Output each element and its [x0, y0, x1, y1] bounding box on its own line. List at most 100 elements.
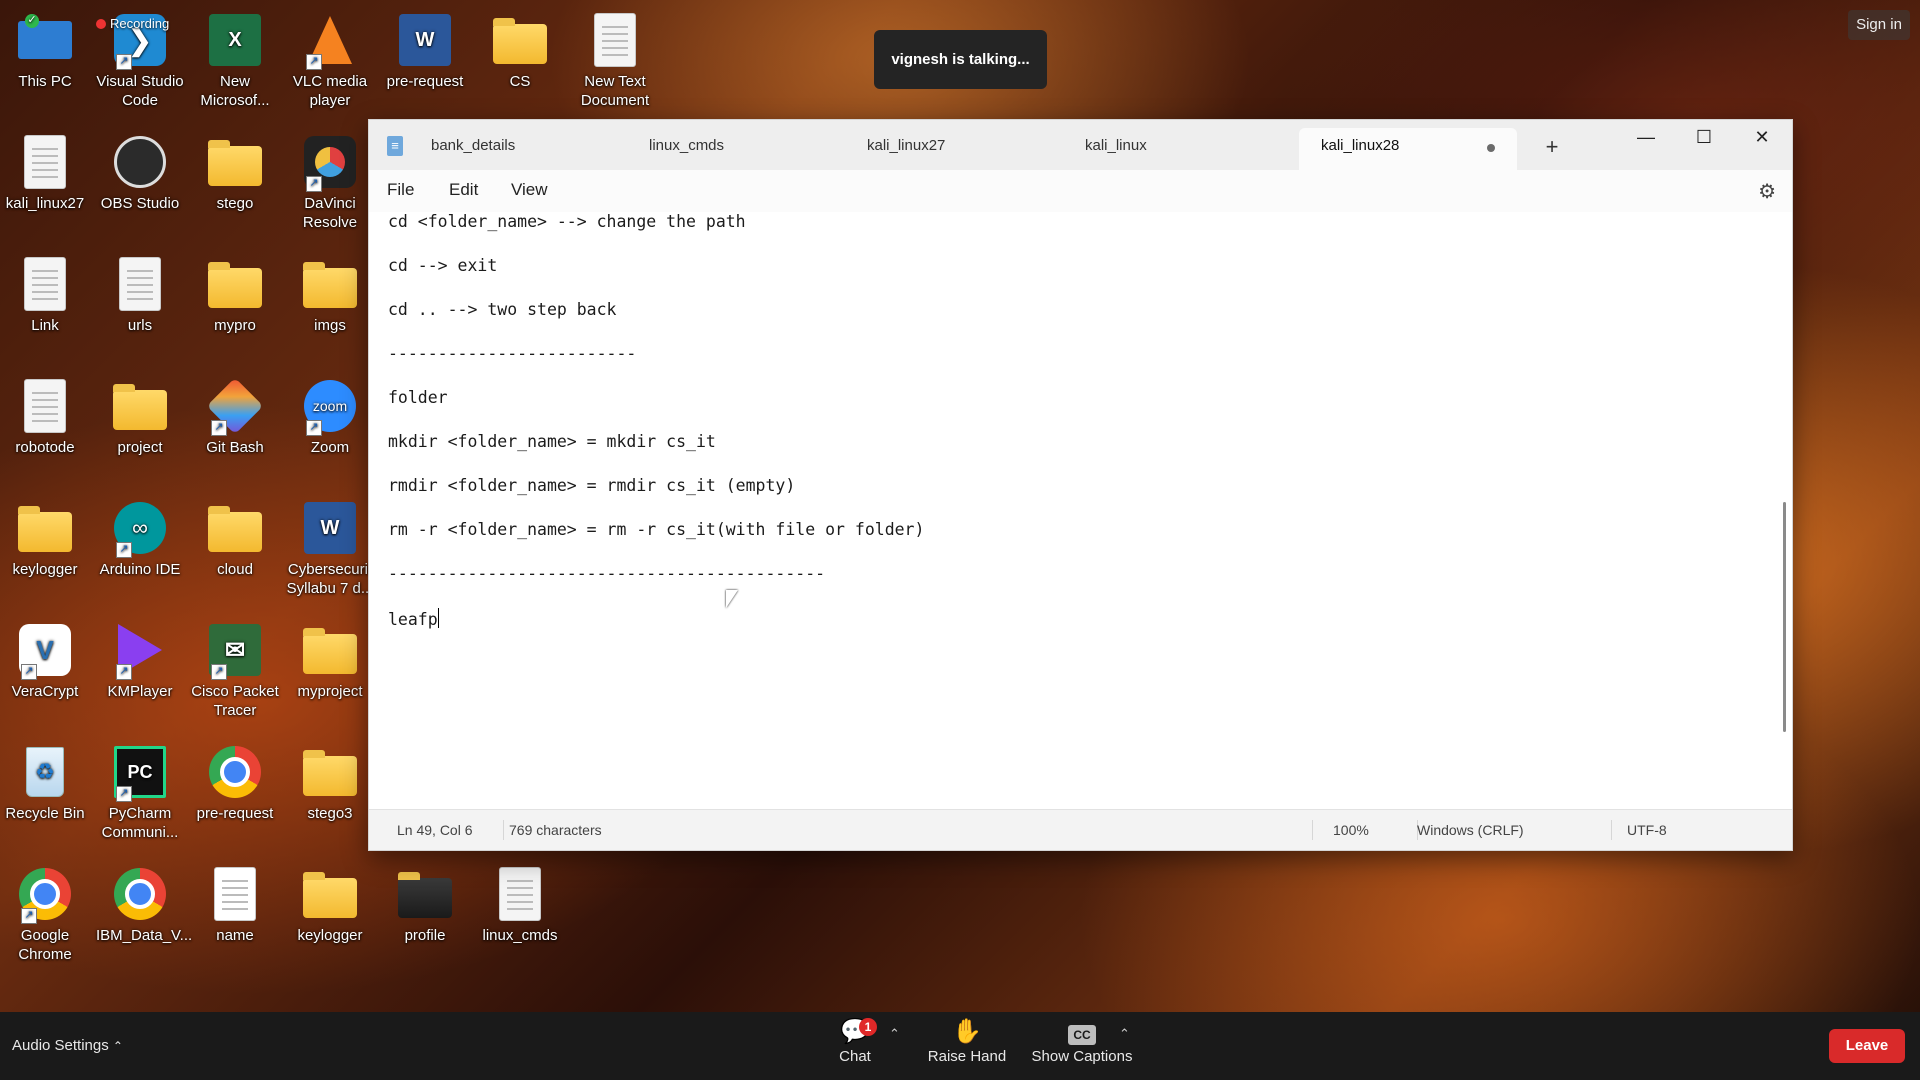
- raise-hand-button[interactable]: ✋ Raise Hand: [922, 1012, 1012, 1080]
- text-editor[interactable]: cd <folder_name> --> change the path cd …: [369, 212, 1792, 810]
- folder-icon: [302, 256, 358, 312]
- desktop-icon-label: KMPlayer: [107, 683, 173, 700]
- close-button[interactable]: ✕: [1733, 120, 1791, 156]
- captions-options-chevron-icon[interactable]: ⌃: [1119, 1026, 1130, 1042]
- new-tab-button[interactable]: +: [1537, 132, 1567, 162]
- chat-options-chevron-icon[interactable]: ⌃: [889, 1026, 900, 1042]
- leave-button[interactable]: Leave: [1829, 1029, 1905, 1063]
- desktop-icon-label: IBM_Data_V...: [96, 927, 193, 944]
- editor-line: cd --> exit: [388, 256, 498, 275]
- desktop-icon-label: CS: [509, 73, 531, 90]
- sign-in-button[interactable]: Sign in: [1848, 10, 1910, 40]
- menu-view[interactable]: View: [511, 180, 548, 200]
- audio-settings-label: Audio Settings: [12, 1037, 109, 1054]
- chrome-icon: [112, 866, 168, 922]
- desktop-icon-recycle-bin[interactable]: ♻ Recycle Bin: [1, 744, 89, 823]
- desktop-icon-google-chrome[interactable]: ↗ Google Chrome: [1, 866, 89, 964]
- line-ending[interactable]: Windows (CRLF): [1417, 822, 1524, 838]
- davinci-icon: ↗: [302, 134, 358, 192]
- desktop-icon-kali-linux27[interactable]: kali_linux27: [1, 134, 89, 213]
- git-icon: ↗: [206, 377, 264, 436]
- desktop-icon-link[interactable]: Link: [1, 256, 89, 335]
- editor-line: mkdir <folder_name> = mkdir cs_it: [388, 432, 716, 451]
- cursor-position: Ln 49, Col 6: [397, 822, 473, 838]
- desktop-icon-project[interactable]: project: [96, 378, 184, 457]
- show-captions-button[interactable]: CC Show Captions: [1028, 1012, 1136, 1080]
- desktop-icon-keylogger-2[interactable]: keylogger: [286, 866, 374, 945]
- show-captions-label: Show Captions: [1031, 1048, 1133, 1065]
- desktop-icon-label: DaVinci Resolve: [302, 195, 358, 231]
- desktop-icon-linux-cmds[interactable]: linux_cmds: [476, 866, 564, 945]
- zoom-icon: zoom ↗: [302, 378, 358, 436]
- vertical-scrollbar[interactable]: [1783, 502, 1786, 732]
- desktop-icon-veracrypt[interactable]: V ↗ VeraCrypt: [1, 622, 89, 701]
- text-document-icon: [207, 866, 263, 922]
- desktop-icon-pycharm[interactable]: PC ↗ PyCharm Communi...: [96, 744, 184, 842]
- desktop-icon-stego3[interactable]: stego3: [286, 744, 374, 823]
- desktop-icon-label: mypro: [214, 317, 256, 334]
- desktop-icon-profile[interactable]: profile: [381, 866, 469, 945]
- desktop-icon-cybersecurity-syllabus[interactable]: W Cybersecurit Syllabu 7 d...: [286, 500, 374, 598]
- text-document-icon: [17, 134, 73, 190]
- desktop-icon-kmplayer[interactable]: ↗ KMPlayer: [96, 622, 184, 701]
- minimize-button[interactable]: —: [1617, 120, 1675, 156]
- desktop-icon-urls[interactable]: urls: [96, 256, 184, 335]
- desktop-icon-stego[interactable]: stego: [191, 134, 279, 213]
- text-document-icon: [587, 12, 643, 68]
- desktop-icon-cloud[interactable]: cloud: [191, 500, 279, 579]
- desktop-icon-cs[interactable]: CS: [476, 12, 564, 91]
- desktop-icon-obs[interactable]: OBS Studio: [96, 134, 184, 213]
- desktop-icon-zoom[interactable]: zoom ↗ Zoom: [286, 378, 374, 457]
- desktop-icon-myproject[interactable]: myproject: [286, 622, 374, 701]
- desktop-icon-imgs[interactable]: imgs: [286, 256, 374, 335]
- desktop-icon-label: Zoom: [310, 439, 350, 456]
- tab-bank-details[interactable]: bank_details: [409, 128, 627, 170]
- encoding[interactable]: UTF-8: [1627, 822, 1667, 838]
- desktop-icon-label: myproject: [297, 683, 363, 700]
- desktop-icon-robotode[interactable]: robotode: [1, 378, 89, 457]
- current-line-text: leafp: [388, 610, 438, 629]
- editor-line: rmdir <folder_name> = rmdir cs_it (empty…: [388, 476, 796, 495]
- desktop-icon-label: keylogger: [12, 561, 78, 578]
- desktop-icon-label: urls: [127, 317, 153, 334]
- desktop-icon-vlc[interactable]: ↗ VLC media player: [286, 12, 374, 110]
- desktop-icon-label: robotode: [15, 439, 75, 456]
- notepad-window: ≡ bank_details linux_cmds kali_linux27 k…: [368, 119, 1793, 851]
- desktop-icon-new-excel[interactable]: X New Microsof...: [191, 12, 279, 110]
- editor-line: cd <folder_name> --> change the path: [388, 212, 746, 231]
- active-speaker-banner: vignesh is talking...: [874, 30, 1047, 89]
- notepad-app-icon: ≡: [387, 136, 403, 156]
- chevron-up-icon: ⌃: [112, 1039, 123, 1053]
- desktop-icon-name[interactable]: name: [191, 866, 279, 945]
- settings-gear-icon[interactable]: ⚙: [1758, 179, 1776, 204]
- desktop-icon-label: kali_linux27: [5, 195, 85, 212]
- menu-file[interactable]: File: [387, 180, 414, 200]
- maximize-button[interactable]: ☐: [1675, 120, 1733, 156]
- tab-kali-linux27[interactable]: kali_linux27: [845, 128, 1063, 170]
- chat-button[interactable]: 💬 Chat 1: [820, 1012, 890, 1080]
- desktop-icon-mypro[interactable]: mypro: [191, 256, 279, 335]
- tab-kali-linux[interactable]: kali_linux: [1063, 128, 1281, 170]
- desktop-icon-arduino[interactable]: ∞ ↗ Arduino IDE: [96, 500, 184, 579]
- unsaved-dot-icon[interactable]: [1487, 144, 1495, 152]
- desktop-icon-git-bash[interactable]: ↗ Git Bash: [191, 377, 279, 457]
- desktop-icon-keylogger[interactable]: keylogger: [1, 500, 89, 579]
- recycle-bin-icon: ♻: [17, 744, 73, 800]
- tab-kali-linux28[interactable]: kali_linux28: [1299, 128, 1517, 170]
- desktop-icon-davinci[interactable]: ↗ DaVinci Resolve: [286, 134, 374, 232]
- desktop-icon-this-pc[interactable]: ✓ This PC: [1, 12, 89, 91]
- desktop-icon-label: PyCharm Communi...: [101, 805, 179, 841]
- desktop-icon-ibm-data[interactable]: IBM_Data_V...: [96, 866, 192, 945]
- desktop-icon-pre-request-word[interactable]: W pre-request: [381, 12, 469, 91]
- desktop-icon-new-text-document[interactable]: New Text Document: [571, 12, 659, 110]
- word-icon: W: [302, 500, 358, 556]
- desktop-icon-cisco[interactable]: ✉ ↗ Cisco Packet Tracer: [191, 622, 279, 720]
- tab-linux-cmds[interactable]: linux_cmds: [627, 128, 845, 170]
- raise-hand-label: Raise Hand: [927, 1048, 1007, 1065]
- desktop-icon-label: New Text Document: [580, 73, 650, 109]
- menu-edit[interactable]: Edit: [449, 180, 478, 200]
- zoom-level[interactable]: 100%: [1333, 822, 1369, 838]
- audio-settings-button[interactable]: Audio Settings ⌃: [12, 1012, 152, 1080]
- desktop-icon-pre-request-chrome[interactable]: pre-request: [191, 744, 279, 823]
- text-document-icon: [17, 378, 73, 434]
